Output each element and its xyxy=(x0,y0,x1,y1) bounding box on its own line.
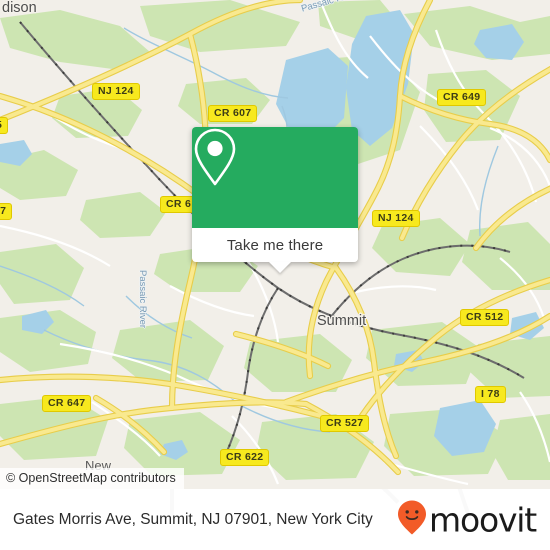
moovit-wordmark: moovit xyxy=(429,500,537,539)
take-me-there-popup[interactable]: Take me there xyxy=(192,127,358,273)
popup-action-bar[interactable]: Take me there xyxy=(192,228,358,273)
take-me-there-label: Take me there xyxy=(226,236,324,254)
route-shield: 47 xyxy=(0,203,13,220)
water-label: Passaic River xyxy=(137,270,148,329)
place-label: Summit xyxy=(317,313,367,329)
moovit-logo[interactable]: moovit xyxy=(397,499,537,540)
moovit-map-screenshot: NJ 124 CR 607 CR 649 NJ 124 CR 512 CR 647 CR 5… xyxy=(0,0,550,550)
popup-icon-panel xyxy=(192,127,358,228)
route-shield: CR 512 xyxy=(460,309,510,326)
location-title: Gates Morris Ave, Summit, NJ 07901, New … xyxy=(13,510,373,528)
route-shield: CR 622 xyxy=(220,449,270,466)
route-shield: CR 607 xyxy=(208,105,258,122)
footer-bar: Gates Morris Ave, Summit, NJ 07901, New … xyxy=(0,489,550,550)
route-shield: CR 647 xyxy=(42,395,92,412)
map-canvas[interactable]: NJ 124 CR 607 CR 649 NJ 124 CR 512 CR 647 CR 5… xyxy=(0,0,550,489)
moovit-pin-icon xyxy=(397,499,427,540)
route-shield: I 78 xyxy=(475,386,506,403)
route-shield: NJ 124 xyxy=(92,83,140,100)
route-shield: CR 527 xyxy=(320,415,370,432)
route-shield: NJ 124 xyxy=(372,210,420,227)
osm-attribution[interactable]: © OpenStreetMap contributors xyxy=(0,468,184,489)
route-shield: CR 649 xyxy=(437,89,487,106)
place-label: dison xyxy=(2,0,37,16)
popup-tail xyxy=(269,262,291,273)
route-shield: 5 xyxy=(0,117,9,134)
